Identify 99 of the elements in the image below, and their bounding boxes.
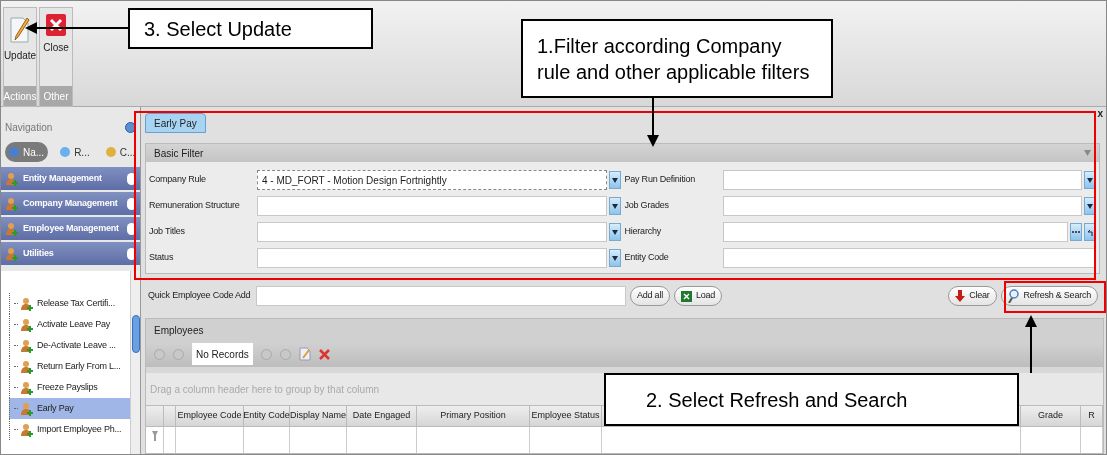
arrow xyxy=(1025,315,1037,374)
person-add-icon xyxy=(20,359,34,374)
tree-item[interactable]: Import Employee Ph... xyxy=(36,422,123,437)
person-add-icon xyxy=(5,246,19,261)
navigation-group[interactable]: Company Management xyxy=(1,192,140,215)
tree-item[interactable]: Return Early From L... xyxy=(36,359,122,374)
update-button[interactable]: Update xyxy=(4,8,36,87)
caret-icon xyxy=(1087,203,1093,209)
person-add-icon xyxy=(20,338,34,353)
dropdown-field[interactable] xyxy=(722,170,1082,190)
pencil-page-icon xyxy=(9,14,31,44)
refresh-search-button[interactable]: Refresh & Search xyxy=(1000,286,1098,306)
expand-icon xyxy=(127,172,136,185)
dropdown-field[interactable] xyxy=(257,248,607,268)
callout-box: 3. Select Update xyxy=(128,8,373,49)
input-field[interactable] xyxy=(722,222,1068,242)
close-icon xyxy=(46,14,66,36)
column-header[interactable]: Date Engaged xyxy=(347,406,417,426)
caret-icon xyxy=(611,177,618,183)
section-title: Basic Filter xyxy=(154,146,204,161)
delete-icon[interactable] xyxy=(318,348,330,360)
dropdown-field[interactable] xyxy=(257,196,607,216)
pager-button[interactable] xyxy=(173,348,184,360)
navigation-tab[interactable]: R... xyxy=(56,142,94,162)
pager-button[interactable] xyxy=(154,348,165,360)
navigation-group[interactable]: Employee Management xyxy=(1,217,140,240)
caret-icon xyxy=(1087,177,1093,183)
expand-icon xyxy=(127,247,136,260)
column-header[interactable]: Employee Code xyxy=(176,406,244,426)
pager-button[interactable] xyxy=(279,348,291,360)
ribbon-group-label: Actions xyxy=(4,86,36,106)
person-add-icon xyxy=(20,317,34,332)
arrow xyxy=(647,97,659,147)
load-button[interactable]: Load xyxy=(673,286,723,306)
pager-button[interactable] xyxy=(260,348,272,360)
field-label: Job Titles xyxy=(149,225,186,239)
person-add-icon xyxy=(5,171,19,186)
dropdown-button[interactable] xyxy=(608,223,621,241)
navigation-tab[interactable]: Na... xyxy=(5,142,49,162)
navigation-tab[interactable]: C... xyxy=(101,142,140,162)
callout-box: 1.Filter according Company rule and other applicable filters xyxy=(521,19,833,98)
person-add-icon xyxy=(20,296,34,311)
collapse-icon[interactable] xyxy=(1084,150,1091,156)
dropdown-button[interactable] xyxy=(608,249,621,267)
expand-icon xyxy=(127,222,136,235)
close-tab-button[interactable]: x xyxy=(1096,106,1104,121)
column-header[interactable]: Primary Position xyxy=(417,406,530,426)
navigation-group[interactable]: Entity Management xyxy=(1,167,140,190)
spreadsheet-icon xyxy=(680,290,692,302)
collapse-button[interactable] xyxy=(125,121,136,133)
undo-icon xyxy=(1086,228,1094,236)
field-label: Quick Employee Code Add xyxy=(148,289,252,303)
input-field[interactable] xyxy=(256,286,626,306)
caret-icon xyxy=(611,203,618,209)
caret-icon xyxy=(611,229,618,235)
section-title: Employees xyxy=(154,323,204,338)
person-add-icon xyxy=(5,196,19,211)
field-label: Remuneration Structure xyxy=(149,199,241,213)
callout-box: 2. Select Refresh and Search xyxy=(604,373,1019,426)
down-arrow-icon xyxy=(955,290,966,302)
field-label: Hierarchy xyxy=(624,225,662,239)
filter-icon[interactable] xyxy=(151,431,158,441)
scrollbar[interactable] xyxy=(130,271,140,454)
edit-icon[interactable] xyxy=(298,347,311,361)
column-header[interactable]: Display Name xyxy=(290,406,347,426)
close-button[interactable]: Close xyxy=(40,8,72,87)
dropdown-field[interactable] xyxy=(722,196,1082,216)
input-field[interactable] xyxy=(722,248,1096,268)
dropdown-button[interactable] xyxy=(608,197,621,215)
field-label: Company Rule xyxy=(149,173,207,187)
dropdown-field[interactable] xyxy=(257,222,607,242)
field-label: Pay Run Definition xyxy=(624,173,696,187)
column-header[interactable]: Entity Code xyxy=(244,406,290,426)
panel-title: Navigation xyxy=(5,120,53,135)
caret-icon xyxy=(611,255,618,261)
navigation-group[interactable]: Utilities xyxy=(1,242,140,265)
clear-button[interactable]: Clear xyxy=(948,286,997,306)
document-tab[interactable]: Early Pay xyxy=(145,113,206,133)
pager-status: No Records xyxy=(192,343,253,365)
field-label: Status xyxy=(149,251,175,265)
person-add-icon xyxy=(20,401,34,416)
tree-item[interactable]: Activate Leave Pay xyxy=(36,317,111,332)
add-all-button[interactable]: Add all xyxy=(630,286,670,306)
person-add-icon xyxy=(20,380,34,395)
column-header[interactable]: Grade xyxy=(1021,406,1081,426)
search-icon xyxy=(1007,289,1020,303)
ribbon-group-label: Other xyxy=(40,86,72,106)
field-label: Job Grades xyxy=(624,199,670,213)
column-header[interactable]: R xyxy=(1081,406,1103,426)
dropdown-field[interactable]: 4 - MD_FORT - Motion Design Fortnightly xyxy=(257,170,607,190)
column-header[interactable]: Employee Status xyxy=(530,406,602,426)
browse-button[interactable] xyxy=(1070,223,1082,241)
expand-icon xyxy=(127,197,136,210)
dropdown-button[interactable] xyxy=(608,171,621,189)
tree-item[interactable]: Freeze Payslips xyxy=(36,380,99,395)
person-add-icon xyxy=(20,422,34,437)
person-add-icon xyxy=(5,221,19,236)
field-label: Entity Code xyxy=(624,251,670,265)
tree-item[interactable]: Early Pay xyxy=(36,401,75,416)
